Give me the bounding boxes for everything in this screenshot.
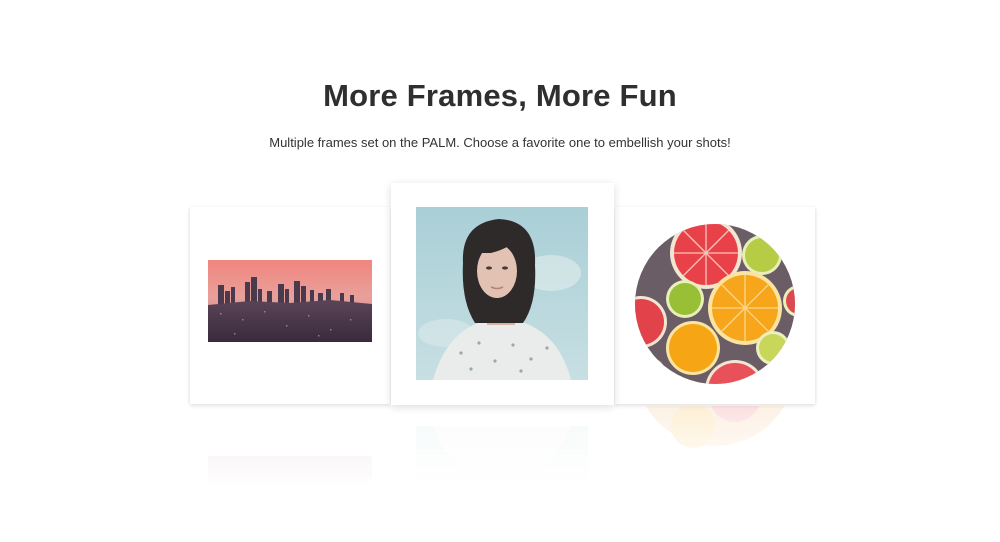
section-subtitle: Multiple frames set on the PALM. Choose … xyxy=(269,135,731,150)
woman-portrait-photo xyxy=(416,207,588,380)
frames-showcase-section: More Frames, More Fun Multiple frames se… xyxy=(0,0,1000,542)
frame-reflection-left xyxy=(190,406,390,486)
city-skyline-photo xyxy=(208,260,372,342)
section-title: More Frames, More Fun xyxy=(323,78,677,113)
frame-reflection-right xyxy=(615,406,815,486)
frame-card-square xyxy=(391,183,614,405)
frame-card-circle xyxy=(615,207,815,404)
frame-reflection-center xyxy=(391,406,614,486)
citrus-slices-photo xyxy=(635,224,795,384)
frame-card-rectangle xyxy=(190,207,390,404)
